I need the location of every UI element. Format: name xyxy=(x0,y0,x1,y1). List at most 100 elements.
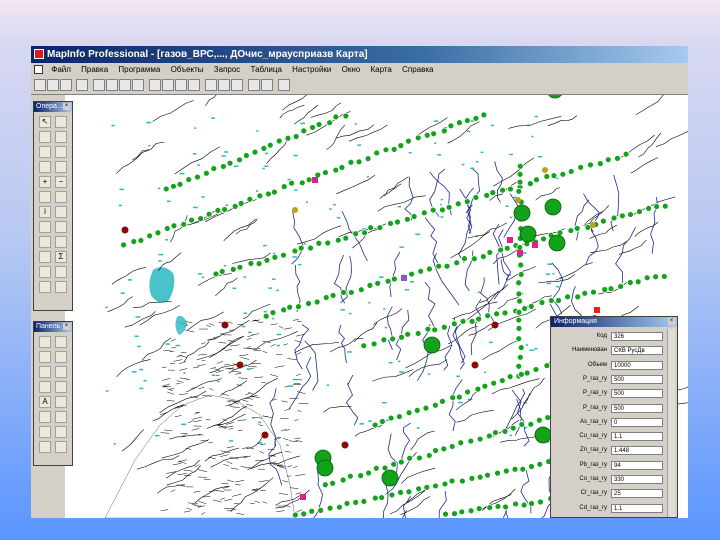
radius-select-icon[interactable] xyxy=(39,131,51,143)
info-field-value[interactable]: 0 xyxy=(611,417,663,427)
add-node-tool-icon[interactable] xyxy=(55,411,67,423)
sample-point xyxy=(205,210,213,218)
drag-map-window-icon[interactable] xyxy=(55,221,67,233)
graph-select-icon[interactable] xyxy=(39,161,51,173)
boundary-select-icon[interactable] xyxy=(39,146,51,158)
rounded-rectangle-tool-icon[interactable] xyxy=(55,381,67,393)
info-field-value[interactable]: 500 xyxy=(611,403,663,413)
line-tool-icon[interactable] xyxy=(55,336,67,348)
new-file-icon[interactable] xyxy=(34,79,46,91)
line-style-icon[interactable] xyxy=(55,426,67,438)
lake-dot xyxy=(268,287,273,289)
olive-marker xyxy=(515,197,521,203)
statistics-tool-icon[interactable]: Σ xyxy=(55,251,67,263)
clip-region-icon[interactable] xyxy=(55,266,67,278)
menu-file[interactable]: Файл xyxy=(47,63,75,77)
ellipse-tool-icon[interactable] xyxy=(55,366,67,378)
zoom-out-icon[interactable]: − xyxy=(55,176,67,188)
redistrict-icon[interactable] xyxy=(205,79,217,91)
grabber-hand-icon[interactable] xyxy=(55,191,67,203)
info-field-value[interactable]: 500 xyxy=(611,374,663,384)
menu-help[interactable]: Справка xyxy=(398,63,437,77)
invert-selection-icon[interactable] xyxy=(55,161,67,173)
new-mapper-icon[interactable] xyxy=(162,79,174,91)
info-field-value[interactable]: 25 xyxy=(611,489,663,499)
close-icon[interactable]: × xyxy=(63,323,70,330)
lake-dot xyxy=(257,421,262,424)
statistics-icon[interactable] xyxy=(261,79,273,91)
paste-icon[interactable] xyxy=(119,79,131,91)
info-field-value[interactable]: 1.1 xyxy=(611,432,663,442)
info-field-value[interactable]: 326 xyxy=(611,332,663,341)
info-scrollbar[interactable] xyxy=(667,329,675,517)
sample-point xyxy=(176,180,184,188)
rectangle-tool-icon[interactable] xyxy=(39,381,51,393)
title-bar[interactable]: MapInfo Professional - [газов_ВРС,..., Д… xyxy=(31,46,688,63)
select-arrow-icon[interactable]: ↖ xyxy=(39,116,51,128)
polyline-tool-icon[interactable] xyxy=(39,351,51,363)
show-legend-icon[interactable] xyxy=(39,251,51,263)
frame-tool-icon[interactable] xyxy=(55,396,67,408)
info-field-value[interactable]: 94 xyxy=(611,460,663,470)
drawing-palette-header[interactable]: Панель × xyxy=(34,322,72,332)
polygon-select-icon[interactable] xyxy=(55,131,67,143)
close-icon[interactable]: × xyxy=(668,318,675,325)
reshape-tool-icon[interactable] xyxy=(39,411,51,423)
undo-icon[interactable] xyxy=(132,79,144,91)
menu-settings[interactable]: Настройки xyxy=(288,63,335,77)
lake-dot xyxy=(483,371,486,374)
label-tool-icon[interactable] xyxy=(39,221,51,233)
menu-objects[interactable]: Объекты xyxy=(167,63,208,77)
arc-tool-icon[interactable] xyxy=(55,351,67,363)
info-tool-icon[interactable]: i xyxy=(39,206,51,218)
sample-point xyxy=(499,186,507,194)
unselect-all-icon[interactable] xyxy=(55,146,67,158)
info-field-value[interactable]: 1.448 xyxy=(611,446,663,456)
symbol-style-icon[interactable] xyxy=(39,426,51,438)
new-grapher-icon[interactable] xyxy=(175,79,187,91)
lake-dot xyxy=(410,281,414,283)
marquee-select-icon[interactable] xyxy=(55,116,67,128)
menu-table[interactable]: Таблица xyxy=(247,63,286,77)
mapbasic-icon[interactable] xyxy=(278,79,290,91)
menu-window[interactable]: Окно xyxy=(338,63,365,77)
cut-icon[interactable] xyxy=(93,79,105,91)
polygon-tool-icon[interactable] xyxy=(39,366,51,378)
set-target-icon[interactable] xyxy=(39,266,51,278)
symbol-tool-icon[interactable] xyxy=(39,336,51,348)
menu-program[interactable]: Программа xyxy=(114,63,164,77)
info-field-value[interactable]: 330 xyxy=(611,475,663,484)
open-file-icon[interactable] xyxy=(47,79,59,91)
info-field-value[interactable]: СКВ РусДв xyxy=(611,346,663,356)
info-field-value[interactable]: 1.1 xyxy=(611,503,663,513)
operations-palette-header[interactable]: Опера... × xyxy=(34,102,72,112)
copy-icon[interactable] xyxy=(106,79,118,91)
sample-point xyxy=(374,279,382,287)
sample-point xyxy=(364,155,372,163)
region-style-icon[interactable] xyxy=(39,441,51,453)
info-window-header[interactable]: Информация × xyxy=(551,317,677,327)
change-view-icon[interactable] xyxy=(39,191,51,203)
info-field-value[interactable]: 500 xyxy=(611,389,663,399)
split-icon[interactable] xyxy=(55,281,67,293)
query-icon[interactable] xyxy=(231,79,243,91)
print-icon[interactable] xyxy=(76,79,88,91)
hotlink-icon[interactable] xyxy=(55,206,67,218)
info-field-value[interactable]: 10000 xyxy=(611,360,663,370)
menu-edit[interactable]: Правка xyxy=(77,63,112,77)
text-tool-icon[interactable]: A xyxy=(39,396,51,408)
close-icon[interactable]: × xyxy=(63,103,70,110)
text-style-icon[interactable] xyxy=(55,441,67,453)
new-layout-icon[interactable] xyxy=(188,79,200,91)
zoom-in-icon[interactable]: + xyxy=(39,176,51,188)
menu-query[interactable]: Запрос xyxy=(210,63,245,77)
ruler-icon[interactable] xyxy=(55,236,67,248)
layer-control-icon[interactable] xyxy=(39,236,51,248)
sql-select-icon[interactable] xyxy=(218,79,230,91)
new-browser-icon[interactable] xyxy=(149,79,161,91)
legend-icon[interactable] xyxy=(248,79,260,91)
sample-point xyxy=(390,460,398,468)
save-icon[interactable] xyxy=(60,79,72,91)
menu-map[interactable]: Карта xyxy=(366,63,395,77)
drag-legend-icon[interactable] xyxy=(39,281,51,293)
